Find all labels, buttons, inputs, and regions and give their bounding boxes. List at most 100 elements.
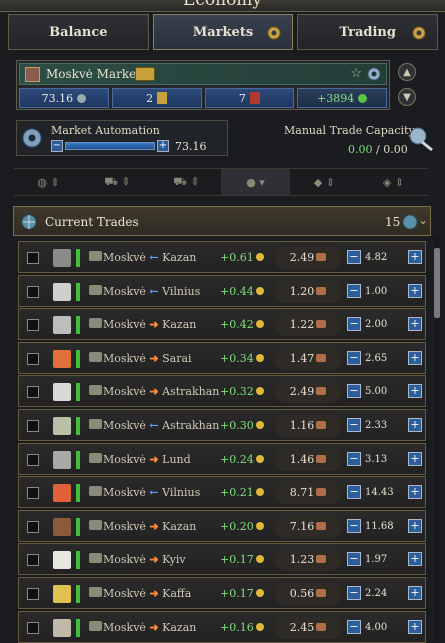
profit-value: +0.17: [220, 587, 254, 600]
trade-checkbox[interactable]: [27, 319, 39, 331]
trade-checkbox[interactable]: [27, 454, 39, 466]
decrease-amount-button[interactable]: −: [347, 620, 361, 634]
market-panel: Moskvė Market ☆ 73.16 2 7 +3894: [16, 60, 390, 110]
tab-trading[interactable]: Trading: [297, 14, 439, 50]
trade-row[interactable]: Moskvė ← Vilnius +0.21 8.71 −14.43 +: [18, 476, 426, 508]
increase-amount-button[interactable]: +: [408, 250, 422, 264]
automation-slider[interactable]: [65, 142, 155, 150]
trade-row[interactable]: Moskvė ← Vilnius +0.44 1.20 −1.00 +: [18, 275, 426, 307]
price-value: 2.49: [289, 251, 315, 264]
trade-row[interactable]: Moskvė ➜ Kazan +0.20 7.16 −11.68 +: [18, 510, 426, 542]
trade-checkbox[interactable]: [27, 588, 39, 600]
trade-checkbox[interactable]: [27, 252, 39, 264]
decrease-amount-button[interactable]: −: [347, 418, 361, 432]
trade-checkbox[interactable]: [27, 487, 39, 499]
status-bar: [76, 249, 80, 267]
sort-amount-button[interactable]: ◈ ⇕: [359, 169, 428, 195]
trade-route: Moskvė ← Astrakhan: [89, 419, 219, 432]
tab-markets[interactable]: Markets: [152, 14, 294, 50]
increase-amount-button[interactable]: +: [408, 452, 422, 466]
current-trades-title: Current Trades: [45, 215, 139, 229]
goods-icon: [53, 417, 71, 435]
sort-goods-button[interactable]: ◍ ⇕: [14, 169, 83, 195]
trade-icon: [89, 352, 102, 362]
trade-route: Moskvė ➜ Kazan: [89, 520, 196, 533]
increase-amount-button[interactable]: +: [408, 586, 422, 600]
trade-icon: [89, 385, 102, 395]
goods-crate-icon: [316, 354, 327, 362]
increase-amount-button[interactable]: +: [408, 485, 422, 499]
status-bar: [76, 316, 80, 334]
decrease-amount-button[interactable]: −: [347, 519, 361, 533]
trade-checkbox[interactable]: [27, 420, 39, 432]
tab-balance[interactable]: Balance: [8, 14, 149, 50]
sort-profit-button[interactable]: ● ▾: [221, 169, 290, 195]
decrease-amount-button[interactable]: −: [347, 250, 361, 264]
trade-checkbox[interactable]: [27, 554, 39, 566]
decrease-amount-button[interactable]: −: [347, 552, 361, 566]
decrease-amount-button[interactable]: −: [347, 384, 361, 398]
trade-row[interactable]: Moskvė ← Astrakhan +0.30 1.16 −2.33 +: [18, 409, 426, 441]
sort-price-button[interactable]: ◆ ⇕: [290, 169, 359, 195]
balance-stat: +3894: [297, 88, 387, 108]
goods-icon: [53, 350, 71, 368]
trade-row[interactable]: Moskvė ➜ Astrakhan +0.32 2.49 −5.00 +: [18, 375, 426, 407]
decrease-amount-button[interactable]: −: [347, 317, 361, 331]
trade-checkbox[interactable]: [27, 286, 39, 298]
trade-row[interactable]: Moskvė ➜ Lund +0.24 1.46 −3.13 +: [18, 443, 426, 475]
price-value: 8.71: [289, 486, 315, 499]
trade-row[interactable]: Moskvė ➜ Kazan +0.16 2.45 −4.00 +: [18, 611, 426, 643]
trade-checkbox[interactable]: [27, 353, 39, 365]
increase-amount-button[interactable]: +: [408, 351, 422, 365]
trade-profit: +0.42: [220, 318, 264, 331]
scroll-down-button[interactable]: ▼: [398, 88, 416, 106]
increase-amount-button[interactable]: +: [408, 384, 422, 398]
trade-checkbox[interactable]: [27, 386, 39, 398]
trade-price: 1.20: [275, 281, 341, 303]
favorite-star-icon[interactable]: ☆: [350, 66, 362, 81]
trade-profit: +0.44: [220, 285, 264, 298]
trade-row[interactable]: Moskvė ➜ Kaffa +0.17 0.56 −2.24 +: [18, 577, 426, 609]
sort-market-button[interactable]: ⛟ ⇕: [83, 169, 152, 195]
increase-amount-button[interactable]: +: [408, 317, 422, 331]
arrow-right-icon: ➜: [149, 621, 159, 634]
increase-amount-button[interactable]: +: [408, 519, 422, 533]
increase-amount-button[interactable]: +: [408, 418, 422, 432]
profit-value: +0.30: [220, 419, 254, 432]
chevron-down-icon[interactable]: ⌄: [418, 213, 428, 227]
decrease-amount-button[interactable]: −: [347, 586, 361, 600]
trade-amount: 2.00: [365, 319, 387, 330]
status-bar: [76, 417, 80, 435]
automation-decrease-button[interactable]: −: [51, 140, 63, 152]
decrease-amount-button[interactable]: −: [347, 351, 361, 365]
price-value: 2.45: [289, 621, 315, 634]
market-name-row[interactable]: Moskvė Market ☆: [19, 63, 387, 85]
trade-row[interactable]: Moskvė ➜ Sarai +0.34 1.47 −2.65 +: [18, 342, 426, 374]
increase-amount-button[interactable]: +: [408, 552, 422, 566]
sort-route-button[interactable]: ⛟ ⇕: [152, 169, 221, 195]
trade-amount: 4.82: [365, 252, 387, 263]
increase-amount-button[interactable]: +: [408, 620, 422, 634]
goods-crate-icon: [316, 488, 327, 496]
current-trades-header[interactable]: Current Trades 15 ⌄: [13, 206, 431, 236]
scroll-thumb[interactable]: [434, 248, 440, 318]
decrease-amount-button[interactable]: −: [347, 284, 361, 298]
trades-scrollbar[interactable]: [434, 238, 440, 641]
price-value: 1.16: [289, 419, 315, 432]
goods-crate-icon: [316, 287, 327, 295]
coin-icon: [255, 253, 264, 261]
gear-icon[interactable]: [366, 66, 382, 82]
decrease-amount-button[interactable]: −: [347, 452, 361, 466]
market-value-stat: 73.16: [19, 88, 109, 108]
trade-row[interactable]: Moskvė ← Kazan +0.61 2.49 −4.82 +: [18, 241, 426, 273]
arrow-right-icon: ➜: [149, 352, 159, 365]
automation-increase-button[interactable]: +: [157, 140, 169, 152]
decrease-amount-button[interactable]: −: [347, 485, 361, 499]
trade-checkbox[interactable]: [27, 521, 39, 533]
trade-capacity-icon[interactable]: [405, 124, 435, 154]
increase-amount-button[interactable]: +: [408, 284, 422, 298]
trade-row[interactable]: Moskvė ➜ Kazan +0.42 1.22 −2.00 +: [18, 308, 426, 340]
scroll-up-button[interactable]: ▲: [398, 63, 416, 81]
trade-checkbox[interactable]: [27, 622, 39, 634]
trade-row[interactable]: Moskvė ➜ Kyiv +0.17 1.23 −1.97 +: [18, 543, 426, 575]
